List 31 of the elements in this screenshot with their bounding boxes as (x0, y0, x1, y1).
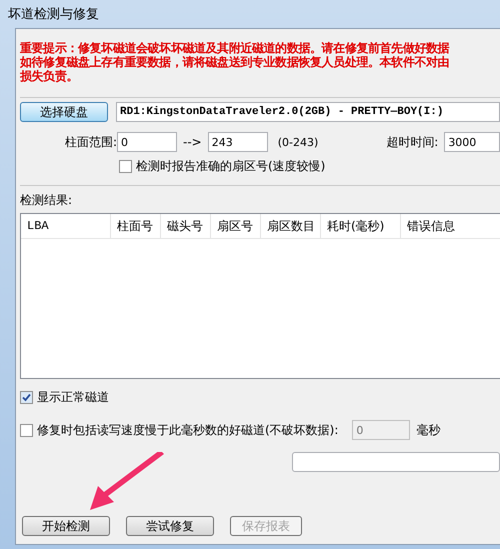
timeout-field[interactable]: 3000 (444, 132, 500, 152)
column-header[interactable]: 耗时(毫秒) (321, 214, 401, 238)
unit-label: 毫秒 (416, 422, 440, 438)
action-button[interactable]: 开始检测 (22, 516, 110, 536)
action-button[interactable]: 尝试修复 (126, 516, 214, 536)
checkbox[interactable] (20, 424, 33, 436)
column-header[interactable]: 柱面号 (111, 214, 161, 238)
from-field[interactable]: 0 (117, 132, 177, 152)
checkbox-label: 修复时包括读写速度慢于此毫秒数的好磁道(不破坏数据): (37, 422, 338, 438)
warning-text: 如待修复磁盘上存有重要数据，请将磁盘送到专业数据恢复人员处理。本软件不对由 (20, 55, 450, 69)
checkbox[interactable] (119, 160, 132, 173)
window-title: 坏道检测与修复 (7, 6, 100, 24)
range-label: 柱面范围: (64, 134, 117, 150)
checkbox-label: 检测时报告准确的扇区号(速度较慢) (136, 158, 326, 175)
column-header[interactable]: 错误信息 (401, 214, 500, 238)
range-hint: (0-243) (278, 136, 318, 148)
ms-field[interactable]: 0 (352, 420, 410, 440)
checkbox[interactable] (20, 391, 33, 404)
column-header[interactable]: 磁头号 (161, 214, 211, 238)
column-header[interactable]: LBA (21, 214, 111, 238)
disk-field: RD1:KingstonDataTraveler2.0(2GB) - PRETTY—BOY(I:) (116, 102, 500, 122)
select-disk-button[interactable]: 选择硬盘 (20, 102, 108, 122)
warning-text: 损失负责。 (20, 69, 80, 83)
timeout-label: 超时时间: (386, 134, 438, 150)
column-header[interactable]: 扇区号 (211, 214, 261, 238)
warning-text: 重要提示：修复坏磁道会破坏坏磁道及其附近磁道的数据。请在修复前首先做好数据 (20, 41, 450, 55)
arrow-text: --> (183, 135, 202, 149)
checkbox-label: 显示正常磁道 (37, 389, 109, 406)
results-label: 检测结果: (20, 192, 74, 209)
to-field[interactable]: 243 (208, 132, 268, 152)
column-header[interactable]: 扇区数目 (261, 214, 321, 238)
